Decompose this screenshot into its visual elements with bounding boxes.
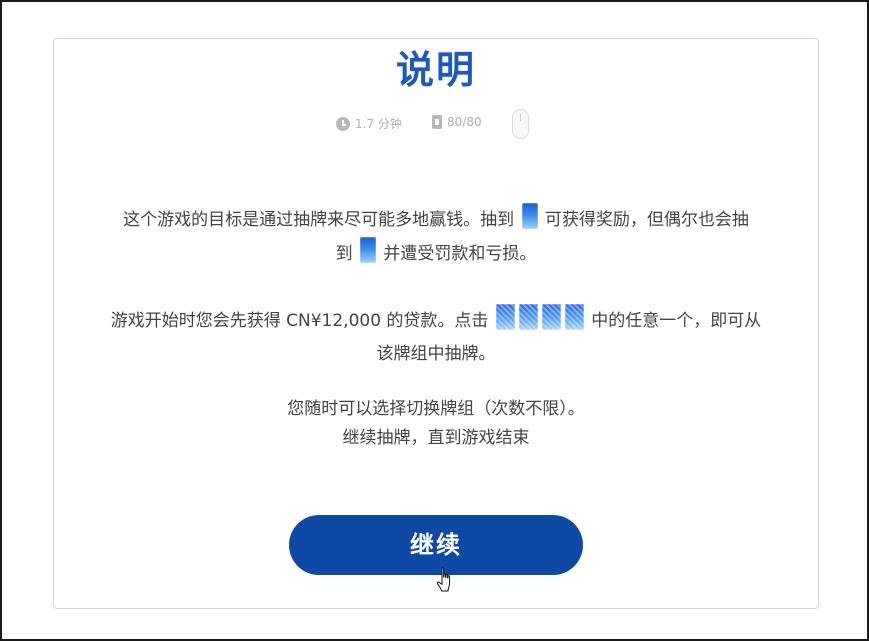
goal-text-d: 并遭受罚款和亏损。 <box>383 244 537 264</box>
instruction-paragraph-start: 游戏开始时您会先获得 CN¥12,000 的贷款。点击 中的任意一个，即可从 该… <box>54 304 818 371</box>
mouse-icon <box>512 109 529 139</box>
time-estimate: 1.7 分钟 <box>336 115 402 132</box>
reward-card-icon <box>521 203 538 229</box>
page-title: 说明 <box>395 48 476 92</box>
deck-d-icon <box>564 304 584 330</box>
meta-bar: 1.7 分钟 80/80 <box>54 109 818 139</box>
clock-icon <box>336 116 350 131</box>
deck-c-icon <box>541 304 561 330</box>
deck-b-icon <box>518 304 538 330</box>
goal-text-c: 到 <box>335 244 353 264</box>
instructions-panel: 说明 1.7 分钟 80/80 这个游戏的目标是通过抽牌来尽可能多地赢钱。抽到 … <box>53 38 819 609</box>
deck-a-icon <box>495 304 515 330</box>
penalty-card-icon <box>360 237 376 263</box>
goal-text-a: 这个游戏的目标是通过抽牌来尽可能多地赢钱。抽到 <box>123 210 515 230</box>
instruction-paragraph-goal: 这个游戏的目标是通过抽牌来尽可能多地赢钱。抽到 可获得奖励，但偶尔也会抽 到 并… <box>54 203 818 271</box>
hand-cursor-icon <box>436 567 451 592</box>
switch-text-a: 您随时可以选择切换牌组（次数不限）。 <box>287 399 585 419</box>
app-frame: 说明 1.7 分钟 80/80 这个游戏的目标是通过抽牌来尽可能多地赢钱。抽到 … <box>0 0 869 641</box>
time-label: 1.7 分钟 <box>355 117 402 131</box>
start-text-b: 中的任意一个，即可从 <box>591 311 762 331</box>
start-text-c: 该牌组中抽牌。 <box>376 344 496 364</box>
start-text-a: 游戏开始时您会先获得 CN¥12,000 的贷款。点击 <box>110 311 489 331</box>
card-count: 80/80 <box>432 115 482 129</box>
cards-label: 80/80 <box>447 115 482 129</box>
goal-text-b: 可获得奖励，但偶尔也会抽 <box>544 210 749 230</box>
card-count-icon <box>432 115 442 129</box>
instruction-paragraph-switch: 您随时可以选择切换牌组（次数不限）。 继续抽牌，直到游戏结束 <box>54 395 818 453</box>
continue-button[interactable]: 继续 <box>289 515 583 575</box>
switch-text-b: 继续抽牌，直到游戏结束 <box>342 428 530 448</box>
